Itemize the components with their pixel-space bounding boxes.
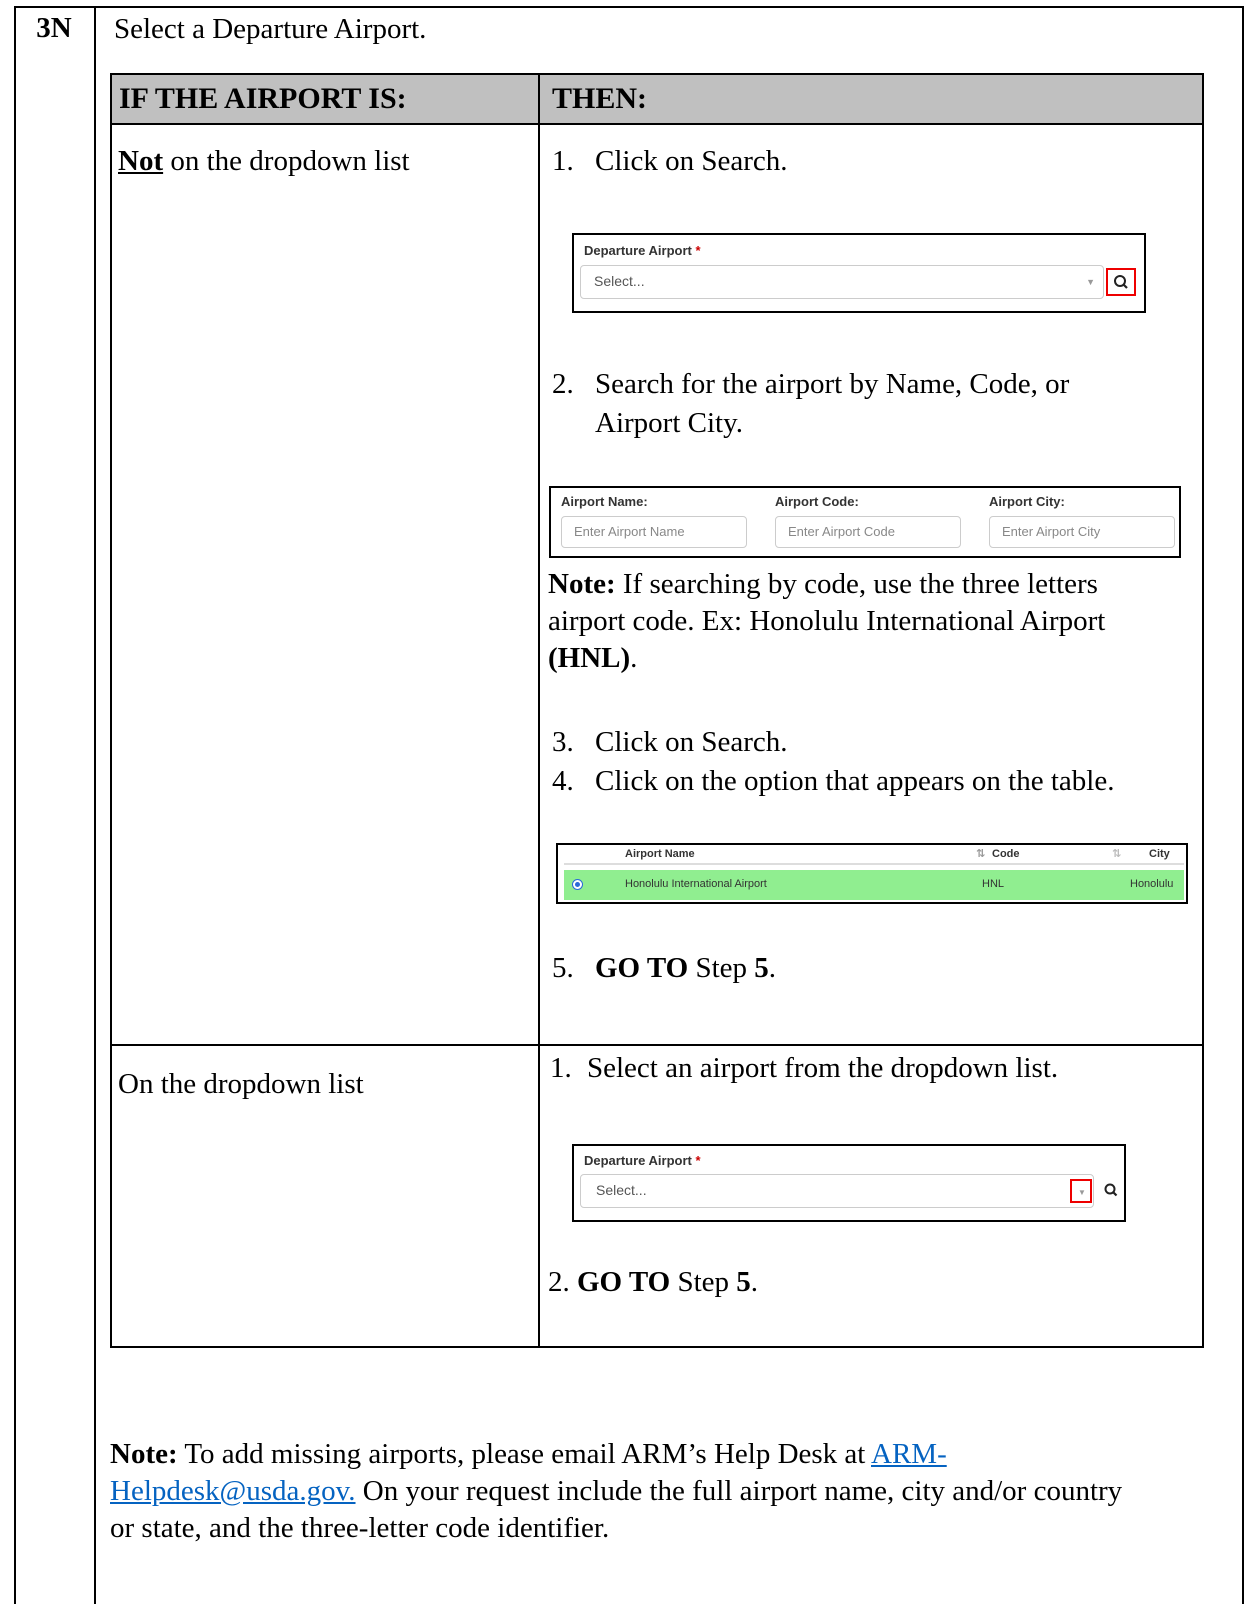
airport-name-label: Airport Name: [561, 494, 648, 509]
row1-note-line1-text: If searching by code, use the three lett… [615, 568, 1098, 600]
search-icon[interactable] [1100, 1180, 1122, 1202]
results-header-row: Airport Name ⇅ Code ⇅ City [564, 847, 1184, 865]
search-button-highlighted[interactable] [1106, 268, 1136, 296]
table-right-border [1202, 73, 1204, 1348]
table-left-border [110, 73, 112, 1348]
footer-note-text-b: On your request include the full airport… [355, 1475, 1123, 1507]
sort-icon[interactable]: ⇅ [976, 847, 985, 860]
row1-step3-num: 3. [552, 726, 574, 758]
result-airport-code: HNL [982, 878, 1005, 890]
row1-note-period: . [630, 642, 638, 674]
result-airport-name: Honolulu International Airport [625, 878, 767, 890]
goto-label: GO TO [577, 1266, 671, 1298]
row1-step5-num: 5. [552, 952, 574, 984]
goto-step-word: Step [670, 1266, 737, 1298]
departure-airport-label: Departure Airport * [584, 1153, 701, 1168]
select-placeholder: Select... [594, 273, 645, 289]
search-icon [1114, 275, 1128, 289]
footer-note-line1: Note: To add missing airports, please em… [110, 1436, 1234, 1473]
results-col-name: Airport Name [625, 848, 695, 860]
goto-period: . [768, 952, 777, 984]
airport-code-input[interactable]: Enter Airport Code [775, 516, 961, 548]
results-col-code: Code [992, 848, 1020, 860]
results-row-selected[interactable]: Honolulu International Airport HNL Honol… [564, 870, 1184, 900]
airport-code-label: Airport Code: [775, 494, 859, 509]
row1-step4-num: 4. [552, 765, 574, 797]
row1-note-line1: Note: If searching by code, use the thre… [548, 566, 1198, 603]
outer-top-border [14, 6, 1244, 8]
sort-icon[interactable]: ⇅ [1112, 847, 1121, 860]
airport-city-input[interactable]: Enter Airport City [989, 516, 1175, 548]
airport-city-label: Airport City: [989, 494, 1065, 509]
goto-step-number: 5 [736, 1266, 751, 1298]
footer-note-line2: Helpdesk@usda.gov. On your request inclu… [110, 1473, 1234, 1510]
row2-step1-text: Select an airport from the dropdown list… [587, 1052, 1059, 1084]
row1-condition-emphasis: Not [118, 145, 164, 177]
row1-note: Note: If searching by code, use the thre… [548, 566, 1198, 677]
departure-airport-label: Departure Airport * [584, 243, 701, 258]
radio-selected-icon[interactable] [572, 879, 583, 890]
table-bottom-border [110, 1346, 1204, 1348]
airport-results-table: Airport Name ⇅ Code ⇅ City Honolulu Inte… [556, 843, 1188, 904]
row1-step5-text: GO TO Step 5. [595, 950, 776, 987]
row1-step4-text: Click on the option that appears on the … [595, 765, 1115, 797]
footer-note-line3: or state, and the three-letter code iden… [110, 1512, 610, 1544]
required-mark: * [695, 1153, 701, 1168]
airport-search-form: Airport Name: Enter Airport Name Airport… [549, 486, 1181, 558]
step-column-divider [94, 6, 96, 1604]
row1-note-label: Note: [548, 568, 616, 600]
row2-condition: On the dropdown list [118, 1068, 364, 1100]
goto-period: . [750, 1266, 759, 1298]
footer-note-label: Note: [110, 1438, 178, 1470]
departure-airport-widget-dropdown: Departure Airport * Select... ▼ [572, 1144, 1126, 1222]
table-top-border [110, 73, 1204, 75]
helpdesk-email-link-cont[interactable]: Helpdesk@usda.gov. [110, 1475, 356, 1507]
goto-step-number: 5 [754, 952, 769, 984]
table-header-bottom [110, 123, 1204, 125]
table-row-divider [110, 1044, 1204, 1046]
table-column-divider [538, 73, 540, 1348]
result-airport-city: Honolulu [1130, 878, 1174, 890]
row1-step1-text: Click on Search. [595, 145, 788, 177]
results-col-city: City [1149, 848, 1170, 860]
chevron-down-icon: ▼ [1078, 1188, 1086, 1197]
row1-note-code: (HNL) [548, 642, 631, 674]
row1-condition: Not on the dropdown list [118, 143, 410, 180]
row1-note-line3: (HNL). [548, 640, 1198, 677]
row1-note-line2: airport code. Ex: Honolulu International… [548, 605, 1106, 637]
header-condition: IF THE AIRPORT IS: [119, 82, 407, 115]
step-id: 3N [36, 12, 72, 44]
row1-step2-text-b: Airport City. [595, 407, 743, 439]
row2-step2-num: 2. [548, 1266, 570, 1298]
header-action: THEN: [552, 82, 648, 115]
departure-airport-widget-search: Departure Airport * Select... ▼ [572, 233, 1146, 313]
row1-step3-text: Click on Search. [595, 726, 788, 758]
row1-step2-num: 2. [552, 368, 574, 400]
row2-step1-num: 1. [550, 1052, 572, 1084]
chevron-down-icon[interactable]: ▼ [1086, 277, 1095, 287]
footer-note-text-a: To add missing airports, please email AR… [177, 1438, 871, 1470]
helpdesk-email-link[interactable]: ARM- [871, 1438, 947, 1470]
row2-step2-text: 2. GO TO Step 5. [548, 1264, 758, 1301]
departure-airport-select[interactable]: Select... ▼ [580, 265, 1104, 299]
dropdown-toggle-highlighted[interactable]: ▼ [1070, 1179, 1092, 1203]
departure-airport-select[interactable]: Select... ▼ [580, 1174, 1094, 1208]
goto-label: GO TO [595, 952, 689, 984]
row1-step2-text-a: Search for the airport by Name, Code, or [595, 368, 1070, 400]
row1-step1-num: 1. [552, 145, 574, 177]
footer-note: Note: To add missing airports, please em… [110, 1436, 1234, 1547]
airport-name-input[interactable]: Enter Airport Name [561, 516, 747, 548]
row1-condition-text: on the dropdown list [163, 145, 410, 177]
required-mark: * [695, 243, 701, 258]
outer-left-border [14, 6, 16, 1604]
step-instruction: Select a Departure Airport. [114, 13, 427, 45]
select-placeholder: Select... [596, 1182, 647, 1198]
goto-step-word: Step [688, 952, 755, 984]
